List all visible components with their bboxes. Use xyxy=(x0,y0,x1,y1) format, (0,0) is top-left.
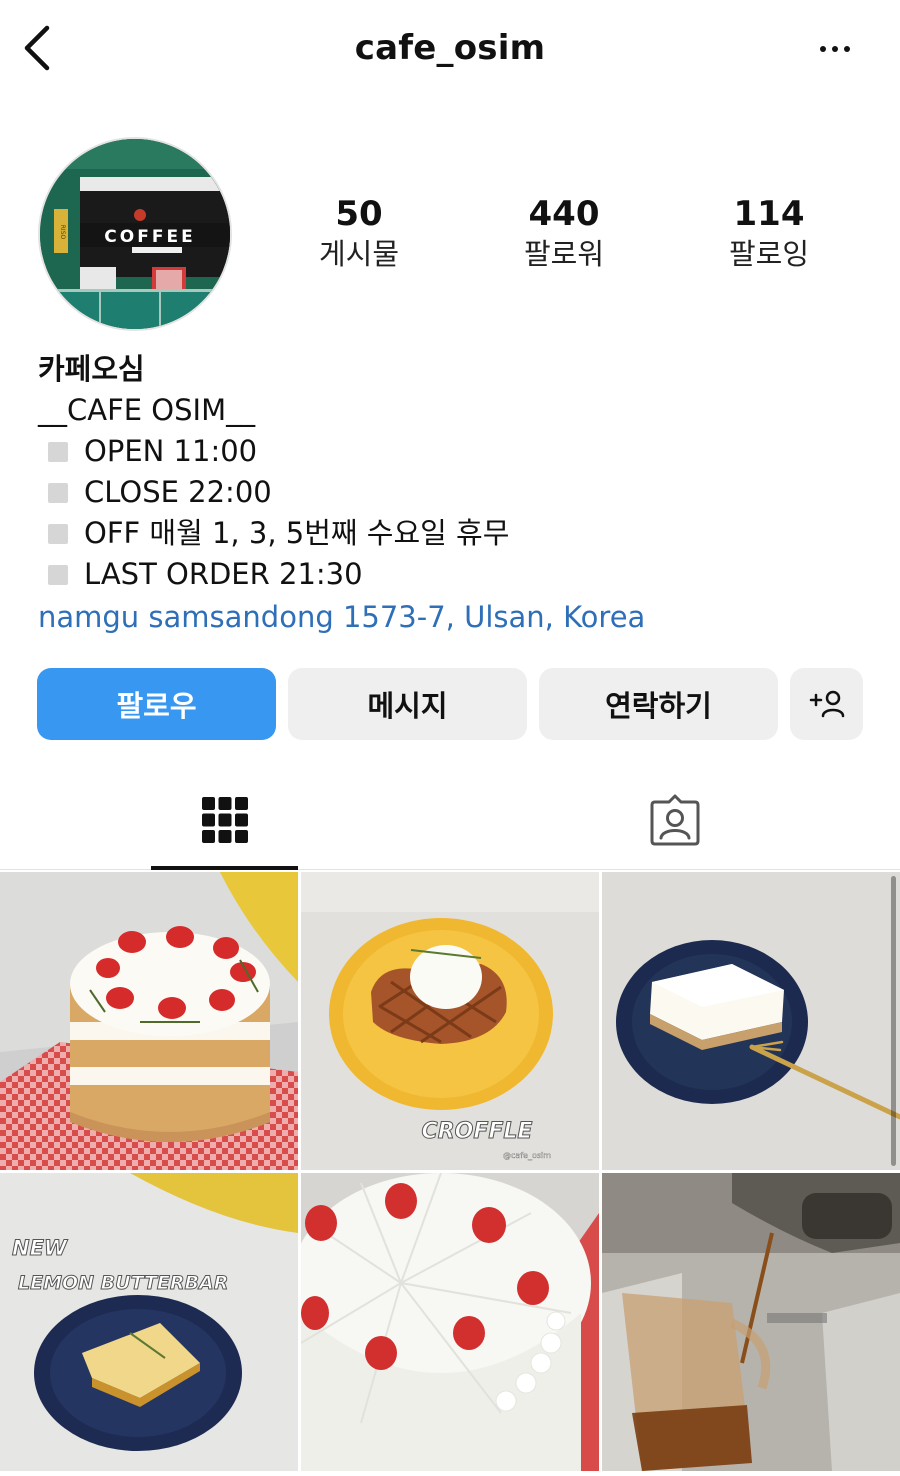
post-watermark: @cafe_osim xyxy=(503,1151,551,1160)
stat-label: 게시물 xyxy=(318,237,400,271)
grid-icon xyxy=(202,797,248,843)
followers-count[interactable]: 440 팔로워 xyxy=(484,192,644,272)
post-thumbnail[interactable] xyxy=(301,1173,599,1471)
more-options-button[interactable] xyxy=(810,34,860,64)
bio-hours-line: OFF 매월 1, 3, 5번째 수요일 휴무 xyxy=(38,513,878,554)
more-horizontal-icon xyxy=(820,46,826,52)
top-bar: cafe_osim xyxy=(0,0,900,100)
avatar-sign-text: COFFEE xyxy=(104,227,195,247)
square-bullet-icon xyxy=(48,523,68,544)
profile-tabs xyxy=(0,770,900,870)
posts-grid: CROFFLE @cafe_osim NEW LEMON BUTTERBAR xyxy=(0,872,900,1476)
bio-hours-line: CLOSE 22:00 xyxy=(38,472,878,513)
contact-button[interactable]: 연락하기 xyxy=(539,668,778,740)
post-thumbnail[interactable]: CROFFLE @cafe_osim xyxy=(301,872,599,1170)
post-thumbnail[interactable] xyxy=(0,872,298,1170)
profile-name: 카페오심 xyxy=(38,352,145,386)
stat-number: 50 xyxy=(335,194,383,234)
page-title: cafe_osim xyxy=(354,28,546,68)
tab-tagged[interactable] xyxy=(600,770,750,870)
post-overlay-text: LEMON BUTTERBAR xyxy=(18,1272,228,1294)
post-thumbnail[interactable]: NEW LEMON BUTTERBAR xyxy=(0,1173,298,1471)
tagged-person-icon xyxy=(650,794,700,846)
tab-posts-grid[interactable] xyxy=(150,770,300,870)
stat-number: 114 xyxy=(733,194,805,234)
post-overlay-text: CROFFLE xyxy=(422,1119,533,1144)
following-count[interactable]: 114 팔로잉 xyxy=(689,192,849,272)
square-bullet-icon xyxy=(48,564,68,585)
scrollbar[interactable] xyxy=(891,876,896,1166)
follow-button[interactable]: 팔로우 xyxy=(37,668,276,740)
location-link[interactable]: namgu samsandong 1573-7, Ulsan, Korea xyxy=(38,595,878,639)
stat-label: 팔로워 xyxy=(523,237,605,271)
profile-bio: 카페오심 __CAFE OSIM__ OPEN 11:00 CLOSE 22:0… xyxy=(38,348,878,639)
square-bullet-icon xyxy=(48,482,68,503)
suggested-users-button[interactable] xyxy=(790,668,863,740)
stat-label: 팔로잉 xyxy=(728,237,810,271)
message-button[interactable]: 메시지 xyxy=(288,668,527,740)
bio-tagline: __CAFE OSIM__ xyxy=(38,393,256,427)
post-thumbnail[interactable] xyxy=(602,872,900,1170)
posts-count[interactable]: 50 게시물 xyxy=(279,192,439,272)
active-tab-indicator xyxy=(151,866,298,870)
profile-avatar[interactable]: COFFEE RISO xyxy=(38,137,232,331)
profile-stats: 50 게시물 440 팔로워 114 팔로잉 xyxy=(256,192,876,282)
bio-hours-line: LAST ORDER 21:30 xyxy=(38,554,878,595)
avatar-side-text: RISO xyxy=(59,225,66,240)
post-overlay-text: NEW xyxy=(12,1236,68,1260)
post-thumbnail[interactable] xyxy=(602,1173,900,1471)
add-user-icon xyxy=(809,690,844,718)
square-bullet-icon xyxy=(48,441,68,462)
bio-hours-line: OPEN 11:00 xyxy=(38,431,878,472)
stat-number: 440 xyxy=(528,194,600,234)
